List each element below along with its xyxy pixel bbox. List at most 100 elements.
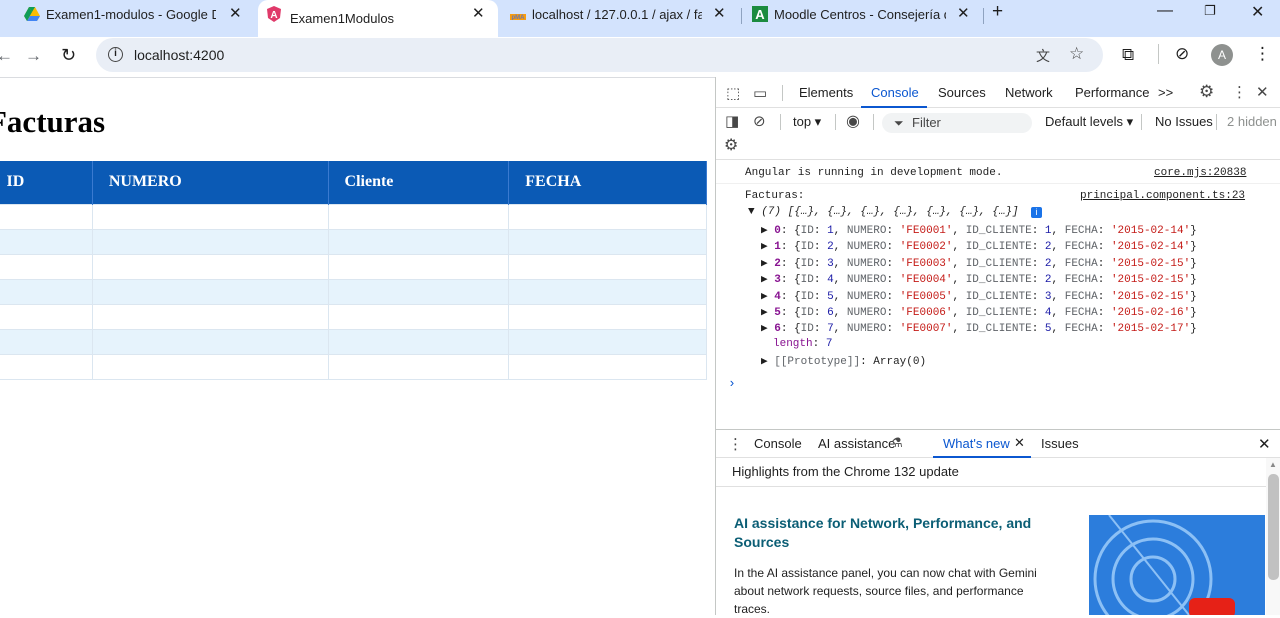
svg-text:A: A [755, 7, 765, 22]
close-tab-icon[interactable]: ✕ [957, 4, 970, 22]
tab-performance[interactable]: Performance [1075, 85, 1149, 100]
angular-icon: A [266, 6, 282, 22]
tab-examen1modulos[interactable]: A Examen1Modulos ✕ [258, 0, 498, 37]
live-expression-eye-icon[interactable]: ◉ [846, 111, 860, 131]
console-array-item[interactable]: ▶ 6: {ID: 7, NUMERO: 'FE0007', ID_CLIENT… [761, 321, 1197, 335]
avatar[interactable]: A [1211, 44, 1233, 66]
tab-elements[interactable]: Elements [799, 85, 853, 100]
whats-new-panel: Highlights from the Chrome 132 update AI… [716, 458, 1280, 616]
divider [716, 183, 1280, 184]
close-drawer-icon[interactable]: ✕ [1258, 435, 1271, 453]
tab-sources[interactable]: Sources [938, 85, 986, 100]
tab-moodle[interactable]: A Moodle Centros - Consejería de ✕ [752, 0, 977, 29]
table-row [0, 253, 707, 280]
scroll-up-icon[interactable]: ▲ [1269, 460, 1277, 469]
video-thumbnail[interactable] [1089, 515, 1265, 615]
console-message: Facturas: [745, 190, 805, 202]
tab-title: Examen1Modulos [290, 11, 395, 26]
reload-icon[interactable]: ↻ [61, 45, 76, 66]
divider [780, 114, 781, 130]
close-tab-icon[interactable]: ✕ [1014, 435, 1025, 451]
tab-phpmyadmin[interactable]: pMA localhost / 127.0.0.1 / ajax / fact … [510, 0, 735, 29]
kebab-menu-icon[interactable]: ⋮ [1232, 83, 1247, 101]
tab-title: Examen1-modulos - Google Dri [46, 7, 216, 22]
address-bar[interactable]: i localhost:4200 文 ☆ [96, 38, 1103, 72]
console-filter-bar: ◨ ⊘ top ▾ ◉ ⏷ Filter Default levels ▾ No… [716, 108, 1280, 160]
column-header-fecha: FECHA [508, 161, 707, 204]
info-icon[interactable]: i [1031, 207, 1042, 218]
table-row [0, 303, 707, 330]
console-prompt[interactable]: › [728, 376, 736, 391]
source-link[interactable]: principal.component.ts:23 [1080, 190, 1245, 202]
console-message: Angular is running in development mode. [745, 167, 1003, 179]
column-header-id: ID [0, 161, 93, 204]
console-array-item[interactable]: ▶ 0: {ID: 1, NUMERO: 'FE0001', ID_CLIENT… [761, 223, 1197, 237]
back-icon[interactable]: ← [0, 46, 13, 66]
translate-icon[interactable]: 文 [1036, 46, 1050, 66]
console-array-item[interactable]: ▶ 2: {ID: 3, NUMERO: 'FE0003', ID_CLIENT… [761, 256, 1197, 270]
tab-google-drive[interactable]: Examen1-modulos - Google Dri ✕ [24, 0, 249, 29]
drawer-menu-icon[interactable]: ⋮ [728, 435, 743, 453]
drawer-tab-console[interactable]: Console [754, 436, 802, 451]
log-levels-select[interactable]: Default levels ▾ [1045, 114, 1133, 130]
hidden-count: 2 hidden [1227, 114, 1277, 129]
drawer-tab-issues[interactable]: Issues [1041, 436, 1079, 451]
device-toolbar-icon[interactable]: ▭ [753, 84, 767, 102]
more-tabs-button[interactable]: >> [1158, 85, 1173, 100]
highlights-text: Highlights from the Chrome 132 update [732, 464, 959, 479]
close-tab-icon[interactable]: ✕ [713, 4, 726, 22]
context-select[interactable]: top ▾ [793, 114, 821, 130]
facturas-table: ID NUMERO Cliente FECHA [0, 161, 707, 380]
svg-text:A: A [270, 10, 277, 21]
length-property: length: 7 [773, 338, 833, 350]
close-tab-icon[interactable]: ✕ [472, 4, 485, 22]
console-array-item[interactable]: ▶ 4: {ID: 5, NUMERO: 'FE0005', ID_CLIENT… [761, 289, 1197, 303]
restore-icon[interactable]: ❐ [1204, 3, 1216, 19]
close-devtools-icon[interactable]: ✕ [1256, 83, 1269, 101]
table-row [0, 353, 707, 380]
console-array-item[interactable]: ▶ 3: {ID: 4, NUMERO: 'FE0004', ID_CLIENT… [761, 272, 1197, 286]
performance-icon[interactable]: ⊘ [1175, 44, 1189, 64]
tab-console[interactable]: Console [871, 85, 919, 100]
issues-counter[interactable]: No Issues [1155, 114, 1213, 129]
scrollbar[interactable]: ▲ [1266, 458, 1280, 615]
minimize-icon[interactable]: — [1157, 2, 1173, 20]
console-settings-gear-icon[interactable]: ⚙ [724, 135, 738, 155]
clear-console-icon[interactable]: ⊘ [753, 112, 766, 130]
source-link[interactable]: core.mjs:20838 [1154, 167, 1246, 179]
expand-triangle-icon: ▼ [748, 206, 762, 218]
console-array-item[interactable]: ▶ 5: {ID: 6, NUMERO: 'FE0006', ID_CLIENT… [761, 305, 1197, 319]
scrollbar-thumb[interactable] [1268, 474, 1279, 580]
divider [782, 85, 783, 101]
array-summary[interactable]: ▼ (7) [{…}, {…}, {…}, {…}, {…}, {…}, {…}… [748, 206, 1019, 218]
sidebar-toggle-icon[interactable]: ◨ [725, 112, 739, 130]
url-text: localhost:4200 [134, 47, 225, 63]
forward-icon[interactable]: → [25, 46, 42, 66]
tab-title: Moodle Centros - Consejería de [774, 7, 946, 22]
page-content: Facturas ID NUMERO Cliente FECHA [0, 77, 715, 615]
toolbar-divider [1158, 44, 1159, 64]
close-window-icon[interactable]: ✕ [1251, 2, 1264, 22]
bookmark-star-icon[interactable]: ☆ [1069, 44, 1084, 64]
table-row [0, 278, 707, 305]
new-tab-button[interactable]: + [992, 1, 1003, 23]
feature-heading[interactable]: AI assistance for Network, Performance, … [734, 514, 1054, 552]
close-tab-icon[interactable]: ✕ [229, 4, 242, 22]
divider [835, 114, 836, 130]
filter-icon: ⏷ [894, 116, 904, 130]
inspect-element-icon[interactable]: ⬚ [726, 84, 740, 102]
extensions-icon[interactable]: ⧉ [1122, 45, 1134, 65]
page-title: Facturas [0, 104, 106, 139]
tab-title: localhost / 127.0.0.1 / ajax / fact [532, 7, 702, 22]
drawer-tab-whats-new[interactable]: What's new [943, 436, 1010, 451]
drawer-tab-ai-assistance[interactable]: AI assistance [818, 436, 895, 451]
feature-body: In the AI assistance panel, you can now … [734, 566, 1037, 616]
settings-gear-icon[interactable]: ⚙ [1199, 82, 1214, 102]
prototype-property[interactable]: ▶ [[Prototype]]: Array(0) [761, 354, 926, 368]
menu-icon[interactable]: ⋮ [1254, 44, 1271, 64]
table-row [0, 228, 707, 255]
site-info-icon[interactable]: i [108, 47, 123, 62]
filter-input[interactable]: ⏷ Filter [882, 113, 1032, 133]
console-array-item[interactable]: ▶ 1: {ID: 2, NUMERO: 'FE0002', ID_CLIENT… [761, 239, 1197, 253]
tab-network[interactable]: Network [1005, 85, 1053, 100]
